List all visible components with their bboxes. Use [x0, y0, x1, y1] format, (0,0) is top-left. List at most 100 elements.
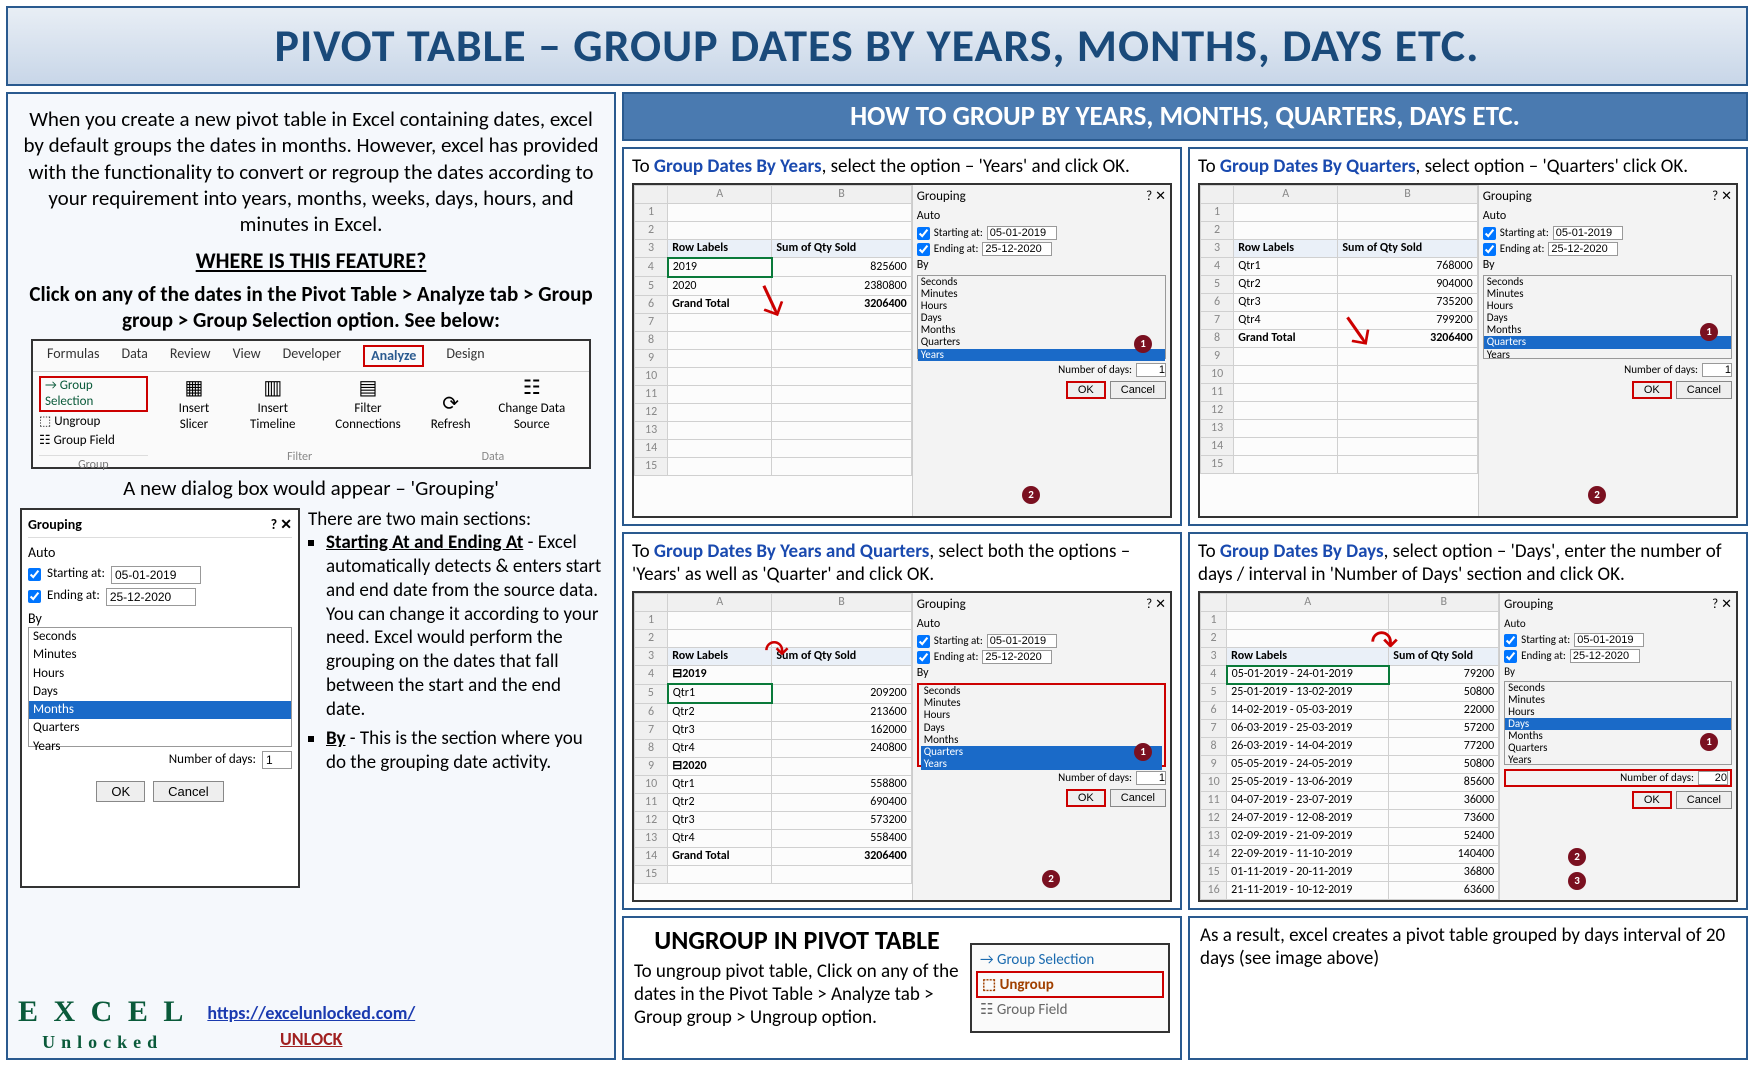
tab-review: Review [170, 345, 211, 367]
q-post: , select option – 'Quarters' click OK. [1416, 155, 1688, 178]
y-ok[interactable]: OK [1066, 381, 1106, 399]
ug-ungroup: Ungroup [1000, 976, 1054, 994]
lbl-numdays: Number of days: [169, 752, 256, 768]
lbl-ending: Ending at: [47, 588, 100, 604]
intro-panel: When you create a new pivot table in Exc… [6, 92, 616, 1060]
by-list[interactable]: Seconds Minutes Hours Days Months Quarte… [28, 627, 292, 747]
yq-cancel[interactable]: Cancel [1110, 789, 1166, 807]
input-start[interactable] [111, 566, 201, 584]
lbl-by: By [28, 610, 292, 628]
ribbon-screenshot: Formulas Data Review View Developer Anal… [31, 339, 591, 469]
btn-slicer: Insert Slicer [179, 401, 210, 432]
by-days[interactable]: Days [29, 683, 291, 701]
btn-cancel[interactable]: Cancel [153, 781, 223, 802]
y-cancel[interactable]: Cancel [1110, 381, 1166, 399]
y-bylist[interactable]: SecondsMinutesHoursDaysMonthsQuartersYea… [917, 275, 1166, 359]
q-ok[interactable]: OK [1632, 381, 1672, 399]
btn-refresh: Refresh [431, 417, 471, 432]
btn-group-selection: → Group Selection [39, 376, 148, 413]
q-numdays[interactable] [1702, 363, 1732, 377]
yq-ok[interactable]: OK [1066, 789, 1106, 807]
dlg-title-text: Grouping [28, 516, 82, 534]
input-numdays[interactable] [262, 751, 292, 769]
by-hours[interactable]: Hours [29, 665, 291, 683]
cell-years-quarters: To Group Dates By Years and Quarters, se… [622, 532, 1182, 911]
help-icon: ? ✕ [271, 516, 292, 534]
chk-ending[interactable] [28, 590, 41, 603]
site-link[interactable]: https://excelunlocked.com/ [207, 1002, 415, 1024]
d-ok[interactable]: OK [1632, 791, 1672, 809]
ungroup-title: UNGROUP IN PIVOT TABLE [634, 924, 960, 956]
ribbon-group-filter: ▦Insert Slicer ▥Insert Timeline ▤Filter … [164, 376, 415, 434]
y-start[interactable] [987, 226, 1057, 240]
d-bold: Group Dates By Days [1220, 540, 1384, 563]
chk-starting[interactable] [28, 568, 41, 581]
d-pre: To [1198, 540, 1220, 563]
y-end[interactable] [982, 242, 1052, 256]
by-months[interactable]: Months [29, 701, 291, 719]
grouping-dialog: Grouping ? ✕ Auto Starting at: Ending at:… [20, 508, 300, 888]
by-quarters[interactable]: Quarters [29, 719, 291, 737]
input-end[interactable] [106, 588, 196, 606]
b1-title: Starting At and Ending At [326, 531, 523, 554]
days-table: AB 12 3Row LabelsSum of Qty Sold 405-01-… [1200, 593, 1499, 900]
btn-filterconn: Filter Connections [335, 401, 400, 432]
b2-text: - This is the section where you do the g… [326, 727, 583, 774]
q-chk-end[interactable] [1483, 243, 1496, 256]
y-numdays[interactable] [1136, 363, 1166, 377]
b2-title: By [326, 727, 345, 750]
q-start[interactable] [1553, 226, 1623, 240]
y-pre: To [632, 155, 654, 178]
by-seconds[interactable]: Seconds [29, 628, 291, 646]
yq-numdays[interactable] [1136, 771, 1166, 785]
dialog-appear-text: A new dialog box would appear – 'Groupin… [20, 475, 602, 501]
q-bylist[interactable]: SecondsMinutesHoursDaysMonthsQuartersYea… [1483, 275, 1732, 359]
yq-chk-end[interactable] [917, 651, 930, 664]
yq-end[interactable] [982, 650, 1052, 664]
years-table: AB 1 2 3Row LabelsSum of Qty Sold 420198… [634, 185, 912, 476]
cell-years: To Group Dates By Years, select the opti… [622, 147, 1182, 526]
unlock-link[interactable]: UNLOCK [280, 1028, 342, 1050]
logo: E X C E L Unlocked [18, 998, 187, 1052]
cell-quarters: To Group Dates By Quarters, select optio… [1188, 147, 1748, 526]
d-cancel[interactable]: Cancel [1676, 791, 1732, 809]
q-chk-start[interactable] [1483, 227, 1496, 240]
cell-days: To Group Dates By Days, select option – … [1188, 532, 1748, 911]
d-chk-end[interactable] [1504, 650, 1517, 663]
d-bylist[interactable]: SecondsMinutesHoursDaysMonthsQuartersYea… [1504, 681, 1732, 765]
dlg-auto: Auto [28, 544, 292, 562]
badge-1: 1 [1700, 323, 1718, 341]
y-chk-start[interactable] [917, 227, 930, 240]
tab-view: View [233, 345, 261, 367]
tab-design: Design [446, 345, 484, 367]
d-start[interactable] [1574, 633, 1644, 647]
badge-1: 1 [1700, 733, 1718, 751]
y-chk-end[interactable] [917, 243, 930, 256]
btn-ok[interactable]: OK [96, 781, 145, 802]
y-post: , select the option – 'Years' and click … [822, 155, 1130, 178]
ungroup-panel: UNGROUP IN PIVOT TABLE To ungroup pivot … [622, 916, 1182, 1060]
q-cancel[interactable]: Cancel [1676, 381, 1732, 399]
sections-intro: There are two main sections: [308, 508, 602, 532]
ribbon-tabs: Formulas Data Review View Developer Anal… [33, 341, 589, 372]
by-minutes[interactable]: Minutes [29, 646, 291, 664]
tab-developer: Developer [283, 345, 341, 367]
yq-chk-start[interactable] [917, 635, 930, 648]
yq-bylist[interactable]: SecondsMinutesHoursDaysMonthsQuartersYea… [917, 683, 1166, 767]
quarters-screenshot: AB 12 3Row LabelsSum of Qty Sold 4Qtr176… [1198, 183, 1738, 518]
b1-text: - Excel automatically detects & enters s… [326, 531, 601, 720]
days-screenshot: AB 12 3Row LabelsSum of Qty Sold 405-01-… [1198, 591, 1738, 902]
tab-formulas: Formulas [47, 345, 99, 367]
lbl-starting: Starting at: [47, 566, 105, 582]
q-bold: Group Dates By Quarters [1220, 155, 1416, 178]
d-numdays[interactable] [1698, 771, 1728, 785]
years-screenshot: AB 1 2 3Row LabelsSum of Qty Sold 420198… [632, 183, 1172, 518]
where-instruction: Click on any of the dates in the Pivot T… [20, 281, 602, 334]
ribbon-group-data: ⟳Refresh ☷Change Data Source [431, 376, 583, 434]
d-end[interactable] [1570, 649, 1640, 663]
q-end[interactable] [1548, 242, 1618, 256]
yq-start[interactable] [987, 634, 1057, 648]
d-chk-start[interactable] [1504, 634, 1517, 647]
yq-bold: Group Dates By Years and Quarters [654, 540, 929, 563]
btn-group-field: ☷ Group Field [39, 433, 148, 449]
